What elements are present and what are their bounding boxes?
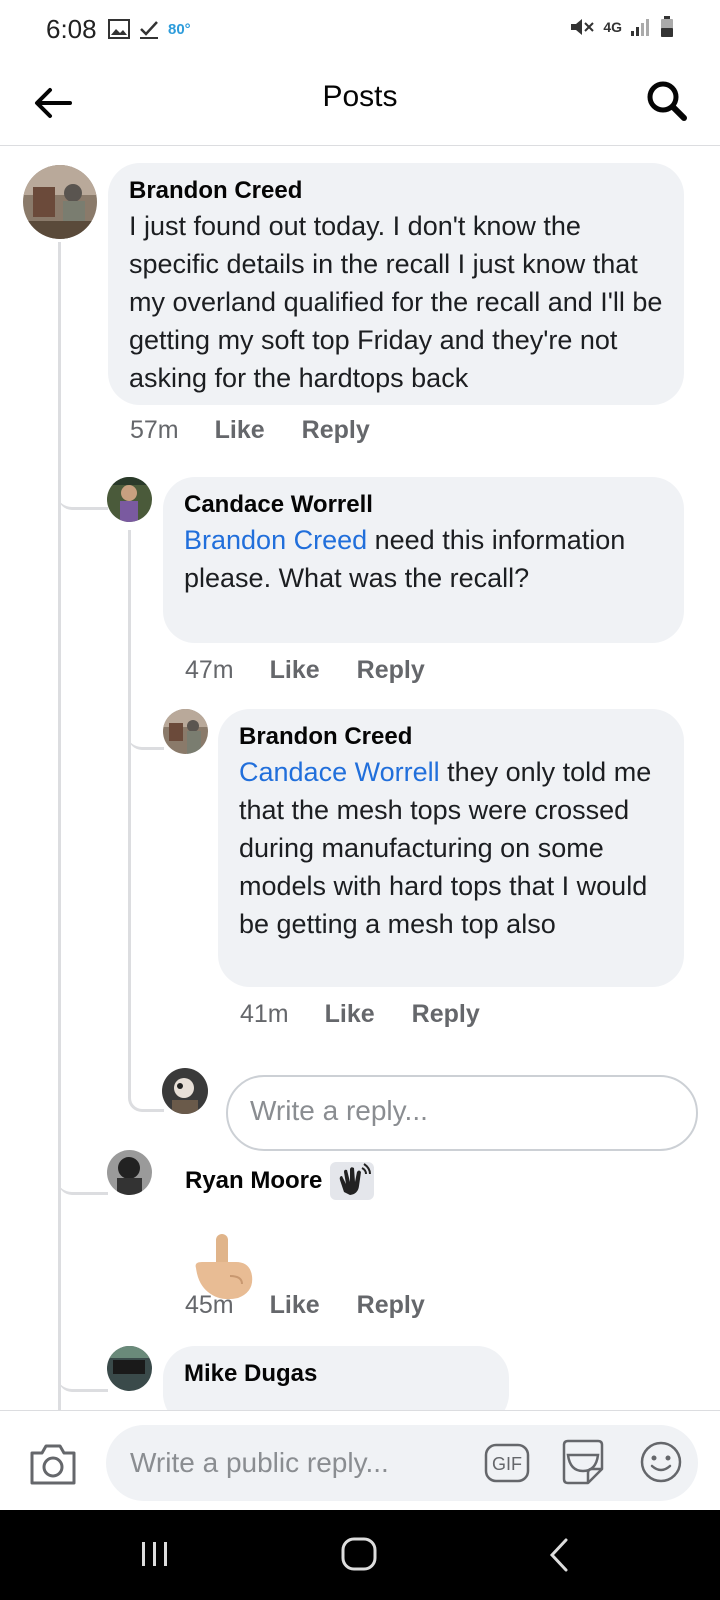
reply-button[interactable]: Reply (357, 1291, 425, 1320)
comment-bubble: Brandon Creed Candace Worrell they only … (218, 709, 684, 987)
page-title: Posts (322, 80, 398, 113)
comment-text: Brandon Creed need this information plea… (184, 521, 664, 597)
status-icons-right: 4G (569, 16, 674, 38)
system-back-icon (549, 1538, 568, 1572)
emoji-button[interactable] (638, 1439, 684, 1485)
avatar[interactable] (163, 709, 208, 754)
avatar-ryan-icon (107, 1150, 152, 1195)
reply-button[interactable]: Reply (357, 656, 425, 685)
comment-time: 47m (185, 656, 234, 684)
avatar[interactable] (107, 1150, 152, 1195)
comment-time: 41m (240, 1000, 289, 1028)
reply-input-placeholder: Write a reply... (250, 1095, 428, 1126)
recent-apps-icon (142, 1542, 167, 1566)
system-back-button[interactable] (536, 1532, 586, 1578)
comment-actions: 41m Like Reply (240, 1000, 517, 1029)
comment-composer: Write a public reply... GIF (0, 1410, 720, 1510)
reply-input[interactable]: Write a reply... (226, 1075, 698, 1151)
mention-link[interactable]: Candace Worrell (239, 757, 440, 787)
avatar[interactable] (23, 165, 97, 239)
status-bar: 6:08 80° 4G (0, 0, 720, 62)
checkmark-icon (140, 21, 158, 39)
avatar-current-user-icon (162, 1068, 208, 1114)
comment-text: I just found out today. I don't know the… (129, 211, 663, 393)
like-button[interactable]: Like (325, 1000, 375, 1029)
comment-time: 45m (185, 1291, 234, 1319)
gif-button[interactable]: GIF (484, 1443, 530, 1483)
home-button[interactable] (334, 1532, 384, 1578)
avatar-candace-icon (107, 477, 152, 522)
sticker-icon (562, 1439, 604, 1485)
public-reply-placeholder: Write a public reply... (130, 1447, 389, 1478)
avatar-brandon-icon (23, 165, 97, 239)
comment-bubble: Brandon Creed I just found out today. I … (108, 163, 684, 405)
comment-author[interactable]: Ryan Moore (185, 1165, 322, 1197)
app-header: Posts (0, 62, 720, 146)
comment-author[interactable]: Brandon Creed (239, 721, 664, 753)
comment-bubble: Candace Worrell Brandon Creed need this … (163, 477, 684, 643)
status-icons-left: 80° (108, 18, 191, 40)
waving-hand-badge-icon (330, 1162, 375, 1200)
comment-author[interactable]: Mike Dugas (184, 1358, 489, 1390)
like-button[interactable]: Like (215, 416, 265, 445)
avatar-brandon-icon (163, 709, 208, 754)
emoji-icon (640, 1441, 682, 1483)
thread-elbow-brandon-reply (128, 710, 164, 750)
comment-author[interactable]: Brandon Creed (129, 175, 664, 207)
status-time: 6:08 (46, 14, 97, 44)
recent-apps-button[interactable] (130, 1532, 180, 1578)
thread-line-nested (128, 530, 131, 1090)
comment-author[interactable]: Candace Worrell (184, 489, 664, 521)
thread-elbow-candace (58, 470, 108, 510)
comment-time: 57m (130, 416, 179, 444)
like-button[interactable]: Like (270, 1291, 320, 1320)
temperature-label: 80° (168, 20, 191, 38)
thread-line-main (58, 242, 61, 1412)
search-icon (647, 81, 687, 121)
thread-elbow-ryan (58, 1155, 108, 1195)
sticker-button[interactable] (560, 1439, 606, 1487)
reply-button[interactable]: Reply (412, 1000, 480, 1029)
thread-elbow-reply-field (128, 1070, 164, 1112)
reply-button[interactable]: Reply (302, 416, 370, 445)
comment-header: Ryan Moore (185, 1162, 375, 1200)
home-icon (341, 1537, 377, 1571)
thread-elbow-mike (58, 1352, 108, 1392)
avatar[interactable] (107, 477, 152, 522)
gif-icon: GIF (484, 1443, 530, 1483)
avatar[interactable] (107, 1346, 152, 1391)
comment-actions: 57m Like Reply (130, 416, 407, 445)
comment-actions: 47m Like Reply (185, 656, 462, 685)
avatar-mike-icon (107, 1346, 152, 1391)
camera-button[interactable] (28, 1441, 78, 1487)
network-label: 4G (603, 19, 622, 35)
gallery-icon (108, 19, 130, 39)
camera-icon (30, 1444, 76, 1485)
comment-text: Candace Worrell they only told me that t… (239, 753, 664, 943)
mention-link[interactable]: Brandon Creed (184, 525, 367, 555)
system-nav-bar (0, 1510, 720, 1600)
search-button[interactable] (644, 78, 690, 124)
like-button[interactable]: Like (270, 656, 320, 685)
gif-label: GIF (492, 1454, 522, 1474)
comment-actions: 45m Like Reply (185, 1291, 462, 1320)
battery-icon (661, 16, 673, 37)
public-reply-input[interactable]: Write a public reply... GIF (106, 1425, 698, 1501)
current-user-avatar (162, 1068, 208, 1114)
mute-icon (571, 19, 595, 35)
signal-icon (631, 19, 649, 36)
